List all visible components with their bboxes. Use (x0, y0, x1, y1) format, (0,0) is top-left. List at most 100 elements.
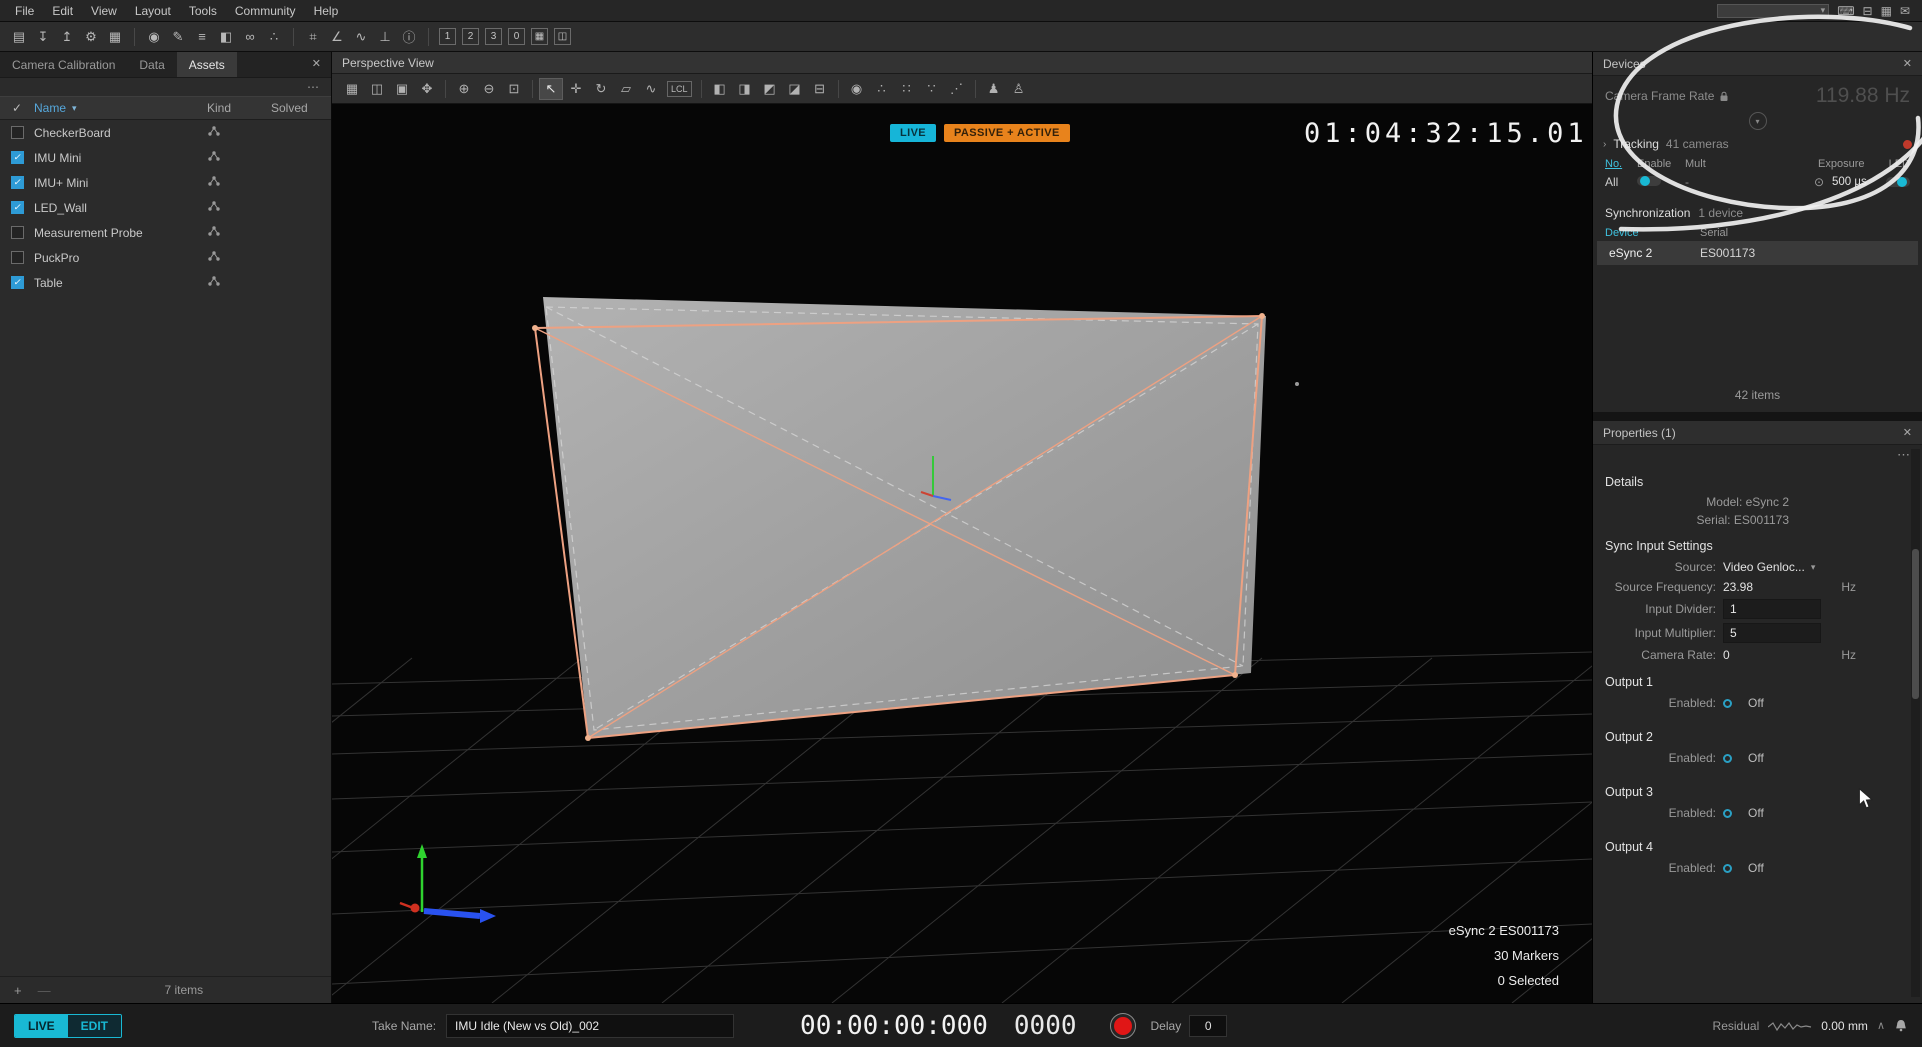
export-icon[interactable]: ↥ (56, 26, 78, 48)
check-all-icon[interactable]: ✓ (0, 101, 34, 115)
edit-mode-button[interactable]: EDIT (68, 1015, 121, 1037)
measure-icon[interactable]: ⌗ (302, 26, 324, 48)
column-enable[interactable]: Enable (1637, 158, 1685, 170)
notifications-bell-icon[interactable] (1894, 1019, 1908, 1032)
panes-icon[interactable]: ▦ (104, 26, 126, 48)
column-serial[interactable]: Serial (1700, 227, 1910, 239)
output-1-enabled-toggle[interactable] (1723, 699, 1732, 708)
menu-layout[interactable]: Layout (126, 2, 180, 20)
lcl-toggle[interactable]: LCL (667, 81, 692, 97)
rays-visible-icon[interactable]: ⋰ (945, 78, 969, 100)
source-select[interactable]: Video Genloc... (1723, 560, 1805, 574)
column-mult[interactable]: Mult (1685, 158, 1721, 170)
asset-checkbox[interactable]: ✓ (11, 276, 24, 289)
close-icon[interactable]: ✕ (1903, 57, 1912, 70)
camera-view-icon[interactable]: ▣ (390, 78, 414, 100)
tab-assets[interactable]: Assets (177, 52, 237, 77)
chevron-down-icon[interactable]: ▾ (1811, 562, 1816, 573)
asset-checkbox[interactable] (11, 126, 24, 139)
asset-checkbox[interactable]: ✓ (11, 151, 24, 164)
all-cameras-row[interactable]: All - ⊙ 500 µs (1593, 172, 1922, 192)
live-badge[interactable]: LIVE (890, 124, 936, 142)
output-4-enabled-toggle[interactable] (1723, 864, 1732, 873)
keyboard-icon[interactable]: ⌨ (1837, 4, 1854, 18)
panel-menu-dots-icon[interactable]: ⋯ (307, 80, 319, 94)
asset-row[interactable]: ✓ Table (0, 270, 331, 295)
link-icon[interactable]: ∞ (239, 26, 261, 48)
asset-checkbox[interactable] (11, 251, 24, 264)
asset-checkbox[interactable]: ✓ (11, 201, 24, 214)
delay-input[interactable] (1189, 1015, 1227, 1037)
properties-scrollbar[interactable] (1911, 449, 1920, 997)
menu-community[interactable]: Community (226, 2, 305, 20)
camera-group-4-icon[interactable]: ◪ (783, 78, 807, 100)
camera-group-2-icon[interactable]: ◨ (733, 78, 757, 100)
enable-toggle[interactable] (1637, 176, 1661, 186)
column-name[interactable]: Name▾ (34, 101, 207, 115)
zoom-fit-icon[interactable]: ⊡ (502, 78, 526, 100)
scale-icon[interactable]: ▱ (614, 78, 638, 100)
esync-device-row[interactable]: eSync 2 ES001173 (1597, 241, 1918, 265)
input-multiplier-field[interactable] (1723, 623, 1821, 643)
menu-edit[interactable]: Edit (43, 2, 82, 20)
close-icon[interactable]: ✕ (302, 52, 331, 77)
led-toggle[interactable] (1886, 177, 1910, 187)
asset-row[interactable]: CheckerBoard (0, 120, 331, 145)
tab-camera-calibration[interactable]: Camera Calibration (0, 52, 127, 77)
asset-row[interactable]: PuckPro (0, 245, 331, 270)
asset-row[interactable]: ✓ LED_Wall (0, 195, 331, 220)
markers-visible-icon[interactable]: ∴ (870, 78, 894, 100)
column-exposure[interactable]: Exposure (1818, 158, 1880, 170)
camera-icon[interactable]: ◉ (143, 26, 165, 48)
zoom-out-icon[interactable]: ⊖ (477, 78, 501, 100)
menu-view[interactable]: View (82, 2, 126, 20)
asset-row[interactable]: Measurement Probe (0, 220, 331, 245)
select-icon[interactable]: ↖ (539, 78, 563, 100)
output-3-enabled-toggle[interactable] (1723, 809, 1732, 818)
angle-icon[interactable]: ∠ (326, 26, 348, 48)
layout-split-icon[interactable]: ◫ (554, 28, 571, 45)
input-divider-field[interactable] (1723, 599, 1821, 619)
axis-icon[interactable]: ⊥ (374, 26, 396, 48)
menu-help[interactable]: Help (305, 2, 348, 20)
live-mode-button[interactable]: LIVE (15, 1015, 68, 1037)
camera-group-3-icon[interactable]: ◩ (758, 78, 782, 100)
properties-menu-dots-icon[interactable]: ⋯ (1897, 447, 1910, 462)
mask-icon[interactable]: ◧ (215, 26, 237, 48)
settings-gear-icon[interactable]: ⚙ (80, 26, 102, 48)
layout-0-icon[interactable]: 0 (508, 28, 525, 45)
marker-tool-icon[interactable]: ∴ (263, 26, 285, 48)
layers-icon[interactable]: ≡ (191, 26, 213, 48)
cube-icon[interactable]: ◫ (365, 78, 389, 100)
stats-icon[interactable]: ▦ (1881, 4, 1892, 18)
exposure-value[interactable]: 500 µs (1832, 176, 1886, 188)
zoom-in-icon[interactable]: ⊕ (452, 78, 476, 100)
menu-tools[interactable]: Tools (180, 2, 226, 20)
rotate-icon[interactable]: ↻ (589, 78, 613, 100)
grid-snap-icon[interactable]: ▦ (340, 78, 364, 100)
open-file-icon[interactable]: ▤ (8, 26, 30, 48)
column-no[interactable]: No. (1605, 158, 1637, 170)
close-icon[interactable]: ✕ (1903, 426, 1912, 439)
signal-icon[interactable]: ∿ (350, 26, 372, 48)
save-file-icon[interactable]: ↧ (32, 26, 54, 48)
layout-1-icon[interactable]: 1 (439, 28, 456, 45)
record-button[interactable] (1111, 1014, 1135, 1038)
chevron-up-icon[interactable]: ∧ (1877, 1019, 1885, 1032)
asset-row[interactable]: ✓ IMU Mini (0, 145, 331, 170)
tracking-mode-badge[interactable]: PASSIVE + ACTIVE (944, 124, 1070, 142)
edit-tool-icon[interactable]: ✎ (167, 26, 189, 48)
skeleton-icon[interactable]: ♟ (982, 78, 1006, 100)
column-device[interactable]: Device (1605, 227, 1700, 239)
camera-group-5-icon[interactable]: ⊟ (808, 78, 832, 100)
asset-checkbox[interactable] (11, 226, 24, 239)
layout-grid-icon[interactable]: ▦ (531, 28, 548, 45)
info-icon[interactable]: ⓘ (398, 26, 420, 48)
sticks-visible-icon[interactable]: ∵ (920, 78, 944, 100)
quick-access-field[interactable]: ▾ (1717, 4, 1829, 18)
asset-checkbox[interactable]: ✓ (11, 176, 24, 189)
visibility-eye-icon[interactable]: ◉ (845, 78, 869, 100)
display-icon[interactable]: ⊟ (1863, 4, 1873, 18)
tracking-mode-icon[interactable]: ✥ (415, 78, 439, 100)
scrollbar-thumb[interactable] (1912, 549, 1919, 699)
